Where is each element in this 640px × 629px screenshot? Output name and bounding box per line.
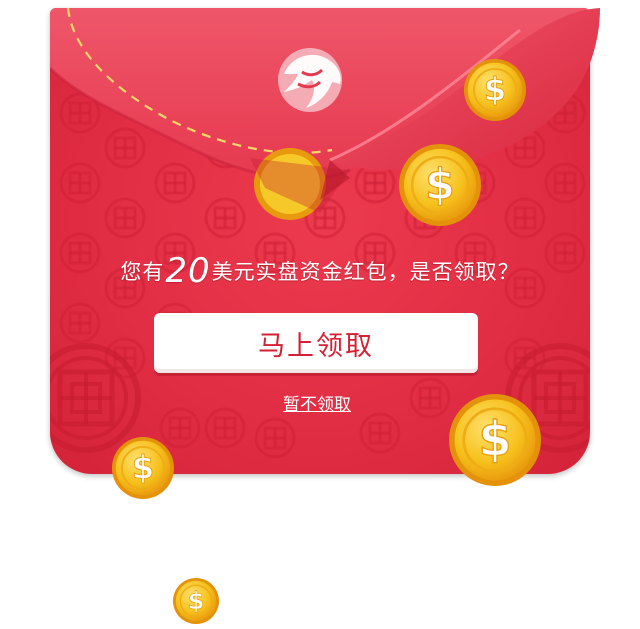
decline-link[interactable]: 暂不领取 [242,390,392,415]
dollar-coin-icon [172,577,220,625]
amount-value: 20 [165,251,211,291]
claim-now-button[interactable]: 马上领取 [154,313,478,373]
red-packet-modal: $ 您有20美元实盘资金红包，是否领取？ 马上领取 暂不领取 [0,0,640,629]
claim-prompt: 您有20美元实盘资金红包，是否领取？ [50,246,590,297]
prompt-prefix: 您有 [120,260,165,284]
prompt-suffix: 美元实盘资金红包，是否领取？ [211,260,520,284]
eagle-icon [278,48,342,112]
